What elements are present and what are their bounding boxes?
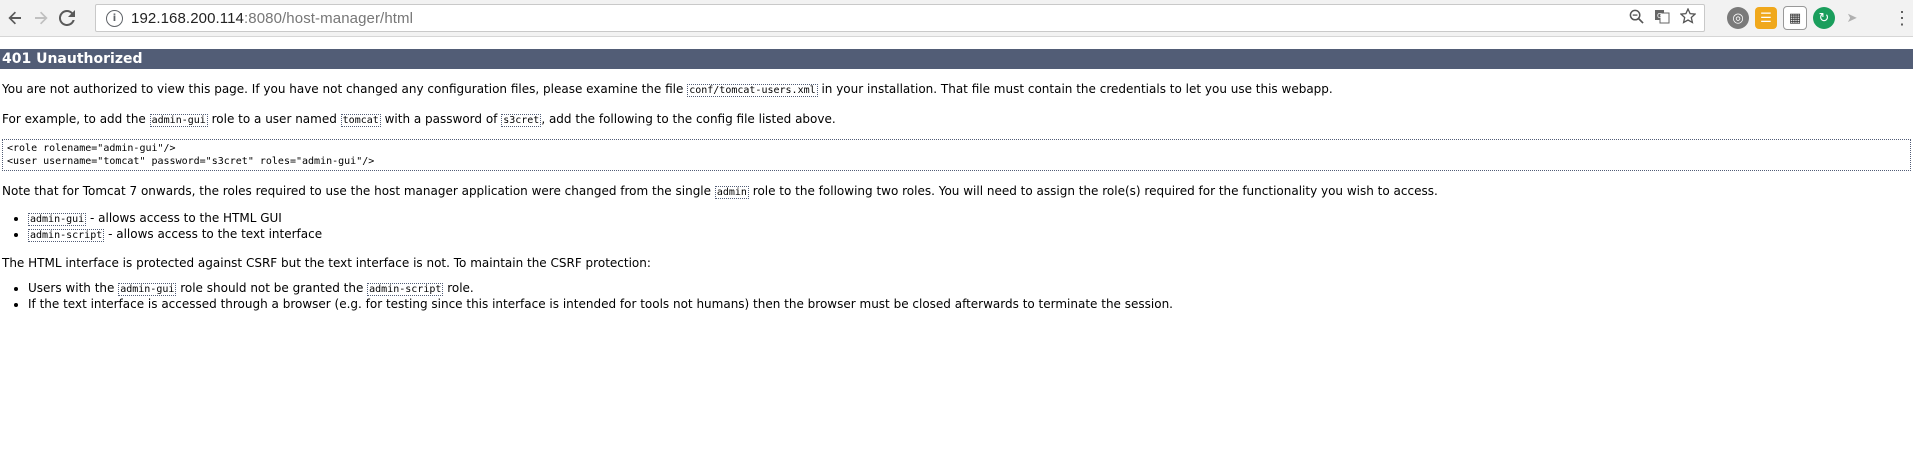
paragraph-csrf: The HTML interface is protected against … <box>2 256 651 270</box>
back-arrow-icon[interactable] <box>2 5 28 31</box>
code-admin-gui: admin-gui <box>149 114 208 127</box>
forward-arrow-icon[interactable] <box>28 5 54 31</box>
translate-icon[interactable]: G <box>1654 8 1670 28</box>
paragraph-roles-note: Note that for Tomcat 7 onwards, the role… <box>2 184 1438 199</box>
extension-send-icon[interactable]: ➤ <box>1841 7 1863 29</box>
list-item: admin-script - allows access to the text… <box>28 227 1913 243</box>
extensions-bar: ◎ ☰ ▦ ↻ ➤ <box>1727 5 1863 31</box>
list-item: If the text interface is accessed throug… <box>28 297 1913 312</box>
list-item: Users with the admin-gui role should not… <box>28 281 1913 297</box>
extension-list-icon[interactable]: ☰ <box>1755 7 1777 29</box>
config-snippet: <role rolename="admin-gui"/> <user usern… <box>2 139 1911 171</box>
more-vert-icon[interactable]: ⋮ <box>1893 8 1911 28</box>
reload-icon[interactable] <box>54 5 80 31</box>
paragraph-unauthorized: You are not authorized to view this page… <box>2 82 1333 97</box>
browser-toolbar: i 192.168.200.114:8080/host-manager/html… <box>0 0 1913 37</box>
code-tomcat: tomcat <box>340 114 381 127</box>
page-content: 401 Unauthorized You are not authorized … <box>0 49 1913 312</box>
roles-list: admin-gui - allows access to the HTML GU… <box>0 211 1913 243</box>
address-bar[interactable]: i 192.168.200.114:8080/host-manager/html… <box>95 4 1705 32</box>
url-text[interactable]: 192.168.200.114:8080/host-manager/html <box>131 10 413 27</box>
star-icon[interactable] <box>1679 7 1697 28</box>
url-host: 192.168.200.114 <box>131 9 244 27</box>
svg-text:G: G <box>1657 12 1662 20</box>
code-admin-script: admin-script <box>367 283 444 296</box>
config-line-role: <role rolename="admin-gui"/> <box>7 143 176 154</box>
paragraph-example: For example, to add the admin-gui role t… <box>2 112 836 127</box>
extension-green-icon[interactable]: ↻ <box>1813 7 1835 29</box>
list-item: admin-gui - allows access to the HTML GU… <box>28 211 1913 227</box>
extension-qr-icon[interactable]: ▦ <box>1783 6 1807 30</box>
config-line-user: <user username="tomcat" password="s3cret… <box>7 156 375 167</box>
zoom-icon[interactable] <box>1629 9 1644 28</box>
url-path: :8080/host-manager/html <box>244 9 414 27</box>
extension-compass-icon[interactable]: ◎ <box>1727 7 1749 29</box>
code-s3cret: s3cret <box>501 114 542 127</box>
csrf-list: Users with the admin-gui role should not… <box>0 281 1913 312</box>
code-admin: admin <box>714 186 749 199</box>
code-role: admin-gui <box>28 213 87 226</box>
info-icon[interactable]: i <box>106 9 123 27</box>
code-role: admin-script <box>28 229 105 242</box>
code-admin-gui: admin-gui <box>118 283 177 296</box>
page-title: 401 Unauthorized <box>0 49 1913 69</box>
code-tomcat-users: conf/tomcat-users.xml <box>687 84 818 97</box>
